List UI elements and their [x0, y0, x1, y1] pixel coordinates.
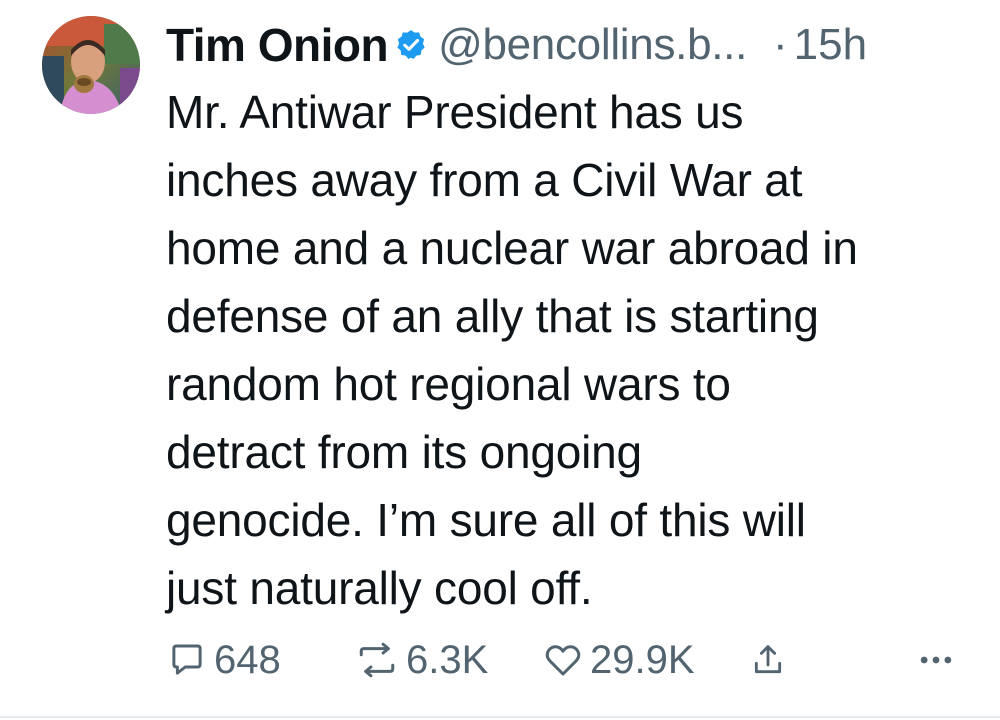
heart-icon — [542, 639, 584, 681]
avatar-photo — [42, 16, 140, 114]
repost-icon — [354, 639, 400, 681]
share-button[interactable] — [748, 632, 788, 688]
like-count: 29.9K — [590, 637, 695, 682]
post-text-line: defense of an ally that is starting — [166, 290, 819, 342]
post-text-line: detract from its ongoing — [166, 426, 642, 478]
comment-icon — [166, 639, 208, 681]
post-text-line: random hot regional wars to — [166, 358, 731, 410]
separator-dot: · — [773, 20, 788, 69]
post-timestamp[interactable]: 15h — [794, 20, 867, 70]
like-button[interactable]: 29.9K — [542, 632, 695, 688]
action-bar: 648 6.3K 29.9K — [166, 632, 966, 688]
post[interactable]: Tim Onion @bencollins.b... · 15h Mr. Ant… — [0, 0, 1000, 718]
post-text-line: home and a nuclear war abroad in — [166, 222, 858, 274]
share-icon — [748, 639, 788, 681]
repost-button[interactable]: 6.3K — [354, 632, 488, 688]
reply-count: 648 — [214, 637, 281, 682]
post-text-line: Mr. Antiwar President has us — [166, 86, 744, 138]
more-icon — [914, 639, 958, 681]
post-text-line: inches away from a Civil War at — [166, 154, 803, 206]
more-options-button[interactable] — [914, 632, 958, 688]
post-text: Mr. Antiwar President has us inches away… — [166, 78, 976, 622]
repost-count: 6.3K — [406, 637, 489, 682]
verified-badge-icon — [394, 28, 428, 62]
reply-button[interactable]: 648 — [166, 632, 281, 688]
divider — [0, 716, 1000, 718]
post-text-line: just naturally cool off. — [166, 562, 593, 614]
avatar[interactable] — [42, 16, 140, 114]
post-text-line: genocide. I’m sure all of this will — [166, 494, 806, 546]
post-header: Tim Onion @bencollins.b... · 15h — [166, 16, 867, 74]
author-handle[interactable]: @bencollins.b... — [438, 20, 747, 70]
display-name[interactable]: Tim Onion — [166, 18, 389, 72]
